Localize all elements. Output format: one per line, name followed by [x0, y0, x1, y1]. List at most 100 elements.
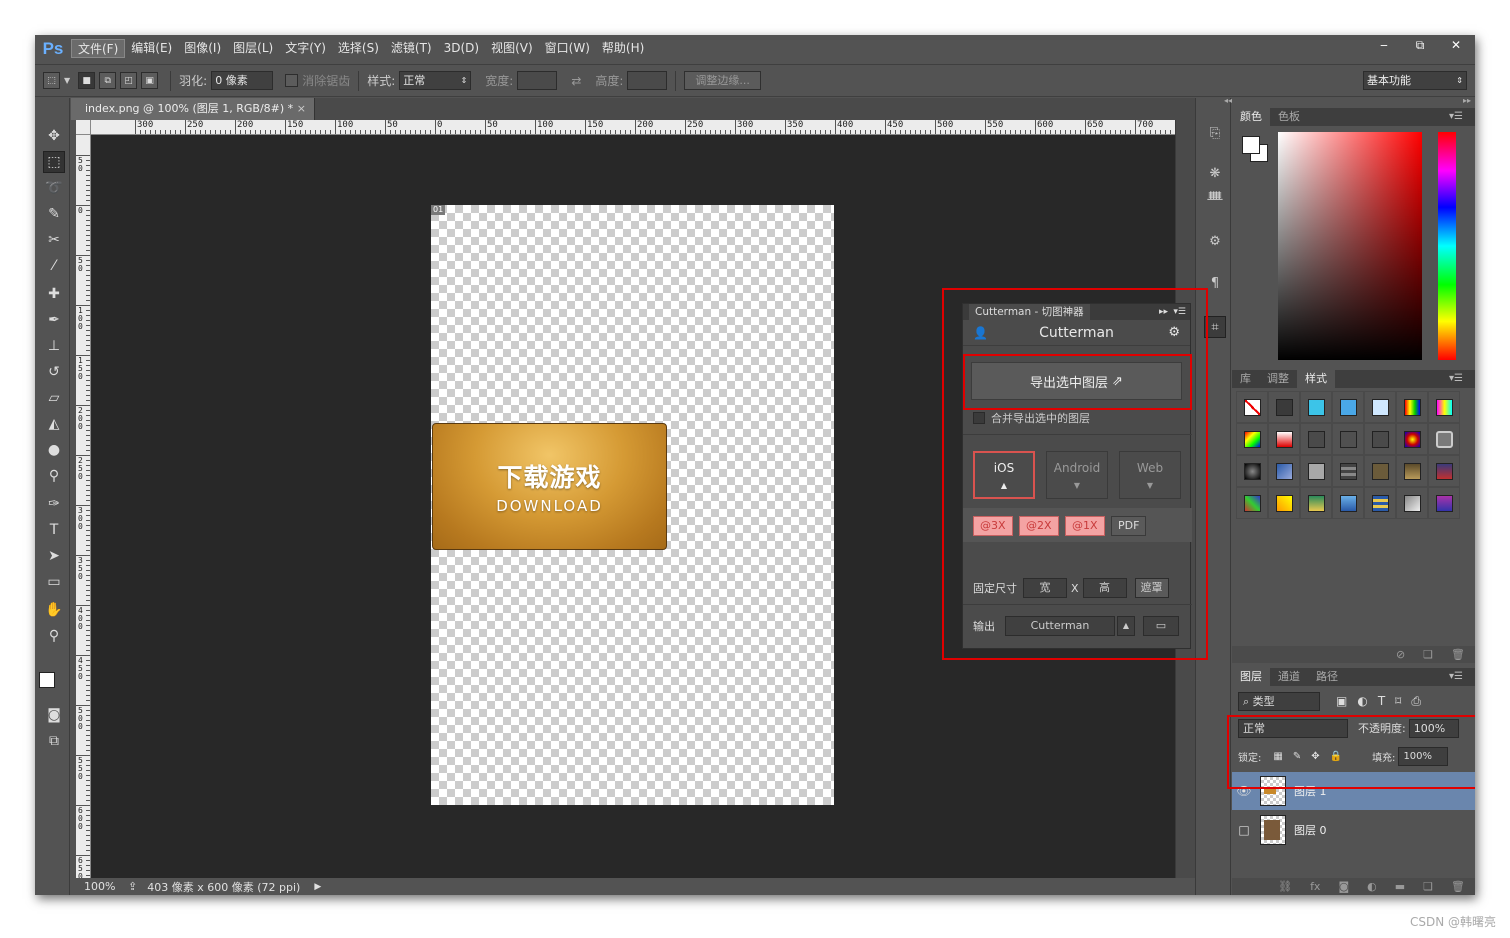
- style-swatch[interactable]: [1364, 487, 1396, 519]
- healing-brush-icon[interactable]: ✚: [43, 283, 65, 305]
- opacity-input[interactable]: 100%: [1408, 718, 1459, 738]
- brush-tool-icon[interactable]: ✒: [43, 309, 65, 331]
- type-filter-icon[interactable]: T: [1378, 694, 1385, 708]
- export-selected-button[interactable]: 导出选中图层 ⇗: [971, 362, 1182, 400]
- close-tab-icon[interactable]: ×: [297, 98, 306, 120]
- fx-icon[interactable]: fx: [1310, 880, 1320, 893]
- stamp-tool-icon[interactable]: ⊥: [43, 335, 65, 357]
- color-picker-field[interactable]: [1278, 132, 1422, 360]
- adjustment-layer-icon[interactable]: ◐: [1367, 880, 1377, 893]
- gear-icon[interactable]: ⚙: [1168, 325, 1180, 340]
- swap-icon[interactable]: ⇄: [571, 74, 581, 88]
- play-icon[interactable]: ▶: [314, 882, 321, 892]
- platform-web[interactable]: Web ▼: [1119, 451, 1181, 499]
- output-folder-input[interactable]: Cutterman: [1005, 616, 1115, 636]
- marquee-tool-icon[interactable]: ⬚: [43, 151, 65, 173]
- style-swatch[interactable]: [1236, 391, 1268, 423]
- hue-slider[interactable]: [1438, 132, 1456, 360]
- style-swatch[interactable]: [1268, 391, 1300, 423]
- intersect-selection-icon[interactable]: ▣: [141, 72, 159, 89]
- menu-window[interactable]: 窗口(W): [539, 39, 596, 58]
- new-style-icon[interactable]: ❏: [1423, 648, 1433, 661]
- menu-select[interactable]: 选择(S): [332, 39, 385, 58]
- lasso-tool-icon[interactable]: ➰: [43, 177, 65, 199]
- character-icon[interactable]: ¶: [1204, 272, 1226, 294]
- color-fg-swatch[interactable]: [1242, 136, 1260, 154]
- style-swatch[interactable]: [1332, 455, 1364, 487]
- checkbox-box[interactable]: [973, 412, 985, 424]
- menu-filter[interactable]: 滤镜(T): [385, 39, 438, 58]
- tab-adjustments[interactable]: 调整: [1259, 370, 1297, 388]
- lock-move-icon[interactable]: ✥: [1311, 751, 1319, 762]
- style-swatch[interactable]: [1428, 391, 1460, 423]
- smart-filter-icon[interactable]: ⎙: [1411, 694, 1421, 709]
- document-tab[interactable]: index.png @ 100% (图层 1, RGB/8#) * ×: [71, 98, 315, 120]
- style-swatch[interactable]: [1428, 423, 1460, 455]
- history-icon[interactable]: ⎘: [1204, 122, 1226, 144]
- style-swatch[interactable]: [1236, 487, 1268, 519]
- refine-edge-button[interactable]: 调整边缘...: [684, 71, 761, 90]
- style-select[interactable]: 正常 ⇕: [399, 71, 472, 90]
- collapse-icon[interactable]: ◂◂: [1196, 97, 1232, 105]
- panel-menu-icon[interactable]: ▾☰: [1441, 370, 1471, 388]
- crop-tool-icon[interactable]: ✂: [43, 229, 65, 251]
- tab-swatches[interactable]: 色板: [1270, 108, 1308, 126]
- marquee-preset-icon[interactable]: ⬚: [43, 72, 60, 89]
- restore-button[interactable]: ⧉: [1407, 35, 1433, 55]
- menu-layer[interactable]: 图层(L): [227, 39, 279, 58]
- style-swatch[interactable]: [1428, 455, 1460, 487]
- blur-tool-icon[interactable]: ●: [43, 439, 65, 461]
- history-brush-icon[interactable]: ↺: [43, 361, 65, 383]
- height-input[interactable]: [627, 71, 668, 90]
- adjust-filter-icon[interactable]: ◐: [1357, 694, 1367, 708]
- trash-icon[interactable]: 🗑: [1451, 648, 1465, 661]
- quick-select-tool-icon[interactable]: ✎: [43, 203, 65, 225]
- style-swatch[interactable]: [1300, 487, 1332, 519]
- style-swatch[interactable]: [1396, 455, 1428, 487]
- tab-paths[interactable]: 路径: [1308, 668, 1346, 686]
- style-swatch[interactable]: [1396, 391, 1428, 423]
- scale-1x[interactable]: @1X: [1065, 516, 1105, 536]
- platform-android[interactable]: Android ▼: [1046, 451, 1108, 499]
- caret-up-icon[interactable]: ▲: [1117, 616, 1135, 636]
- foreground-color-swatch[interactable]: [39, 672, 55, 688]
- menu-help[interactable]: 帮助(H): [596, 39, 650, 58]
- style-swatch[interactable]: [1236, 423, 1268, 455]
- move-tool-icon[interactable]: ✥: [43, 125, 65, 147]
- scale-pdf[interactable]: PDF: [1111, 516, 1147, 536]
- layer-name[interactable]: 图层 0: [1294, 822, 1327, 838]
- style-swatch[interactable]: [1268, 487, 1300, 519]
- style-swatch[interactable]: [1364, 423, 1396, 455]
- style-swatch[interactable]: [1268, 423, 1300, 455]
- expand-icon[interactable]: ▸▸: [1232, 97, 1475, 105]
- layer-row-1[interactable]: 👁 图层 1: [1232, 772, 1475, 810]
- blend-mode-select[interactable]: 正常: [1238, 718, 1348, 738]
- cutterman-icon[interactable]: ⌗: [1204, 316, 1226, 338]
- path-select-icon[interactable]: ➤: [43, 545, 65, 567]
- style-swatch[interactable]: [1364, 455, 1396, 487]
- scale-2x[interactable]: @2X: [1019, 516, 1059, 536]
- layer-name[interactable]: 图层 1: [1294, 783, 1327, 799]
- document-canvas[interactable]: 01 下载游戏 DOWNLOAD: [431, 205, 834, 805]
- style-swatch[interactable]: [1428, 487, 1460, 519]
- merge-export-checkbox[interactable]: 合并导出选中的图层: [973, 410, 1090, 426]
- mask-button[interactable]: 遮罩: [1134, 578, 1169, 598]
- tab-styles[interactable]: 样式: [1297, 370, 1335, 388]
- cutterman-tab[interactable]: Cutterman - 切图神器: [969, 304, 1090, 320]
- close-button[interactable]: ✕: [1443, 35, 1469, 55]
- menu-file[interactable]: 文件(F): [71, 39, 126, 58]
- height-field[interactable]: 高: [1082, 578, 1127, 598]
- brush-panel-icon[interactable]: ᚙ: [1204, 188, 1226, 210]
- zoom-tool-icon[interactable]: ⚲: [43, 625, 65, 647]
- menu-image[interactable]: 图像(I): [178, 39, 227, 58]
- user-icon[interactable]: 👤: [973, 326, 988, 340]
- brush-preset-icon[interactable]: ❋: [1204, 162, 1226, 184]
- minimize-button[interactable]: ‒: [1371, 35, 1397, 55]
- width-field[interactable]: 宽: [1023, 578, 1067, 598]
- folder-icon[interactable]: ▭: [1143, 616, 1179, 636]
- width-input[interactable]: [517, 71, 558, 90]
- subtract-selection-icon[interactable]: ◰: [120, 72, 138, 89]
- visibility-toggle[interactable]: □: [1232, 823, 1256, 837]
- dodge-tool-icon[interactable]: ⚲: [43, 465, 65, 487]
- type-tool-icon[interactable]: T: [43, 519, 65, 541]
